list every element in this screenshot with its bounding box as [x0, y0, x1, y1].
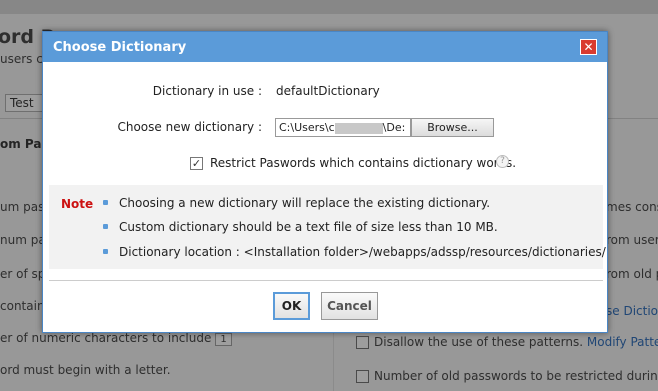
- file-path-end: \De:: [382, 121, 406, 134]
- note-box: Note Choosing a new dictionary will repl…: [49, 185, 606, 269]
- browse-button[interactable]: Browse...: [411, 118, 494, 137]
- file-path-start: C:\Users\c: [279, 121, 335, 134]
- restrict-dictionary-checkbox[interactable]: ✓: [190, 157, 203, 170]
- close-icon[interactable]: ✕: [580, 39, 597, 55]
- bullet-icon: [103, 224, 108, 229]
- redacted-path-segment: [334, 122, 383, 134]
- note-item: Dictionary location : <Installation fold…: [119, 245, 606, 259]
- bullet-icon: [103, 200, 108, 205]
- dictionary-file-field[interactable]: C:\Users\c \De:: [275, 118, 411, 137]
- dictionary-in-use-value: defaultDictionary: [276, 84, 380, 98]
- cancel-button[interactable]: Cancel: [321, 292, 378, 320]
- dialog-title: Choose Dictionary: [53, 40, 187, 55]
- dictionary-in-use-label: Dictionary in use :: [152, 84, 262, 98]
- help-icon[interactable]: ?: [496, 155, 509, 168]
- restrict-dictionary-label: Restrict Paswords which contains diction…: [210, 156, 517, 170]
- choose-dictionary-dialog: Choose Dictionary ✕ Dictionary in use : …: [42, 31, 608, 333]
- note-label: Note: [61, 197, 94, 211]
- bullet-icon: [103, 249, 108, 254]
- footer-divider: [49, 280, 603, 281]
- note-item: Custom dictionary should be a text file …: [119, 220, 498, 234]
- dialog-titlebar: Choose Dictionary ✕: [43, 32, 607, 62]
- note-item: Choosing a new dictionary will replace t…: [119, 196, 491, 210]
- checkmark-icon: ✓: [191, 157, 202, 170]
- choose-new-dictionary-label: Choose new dictionary :: [117, 120, 262, 134]
- ok-button[interactable]: OK: [273, 292, 310, 320]
